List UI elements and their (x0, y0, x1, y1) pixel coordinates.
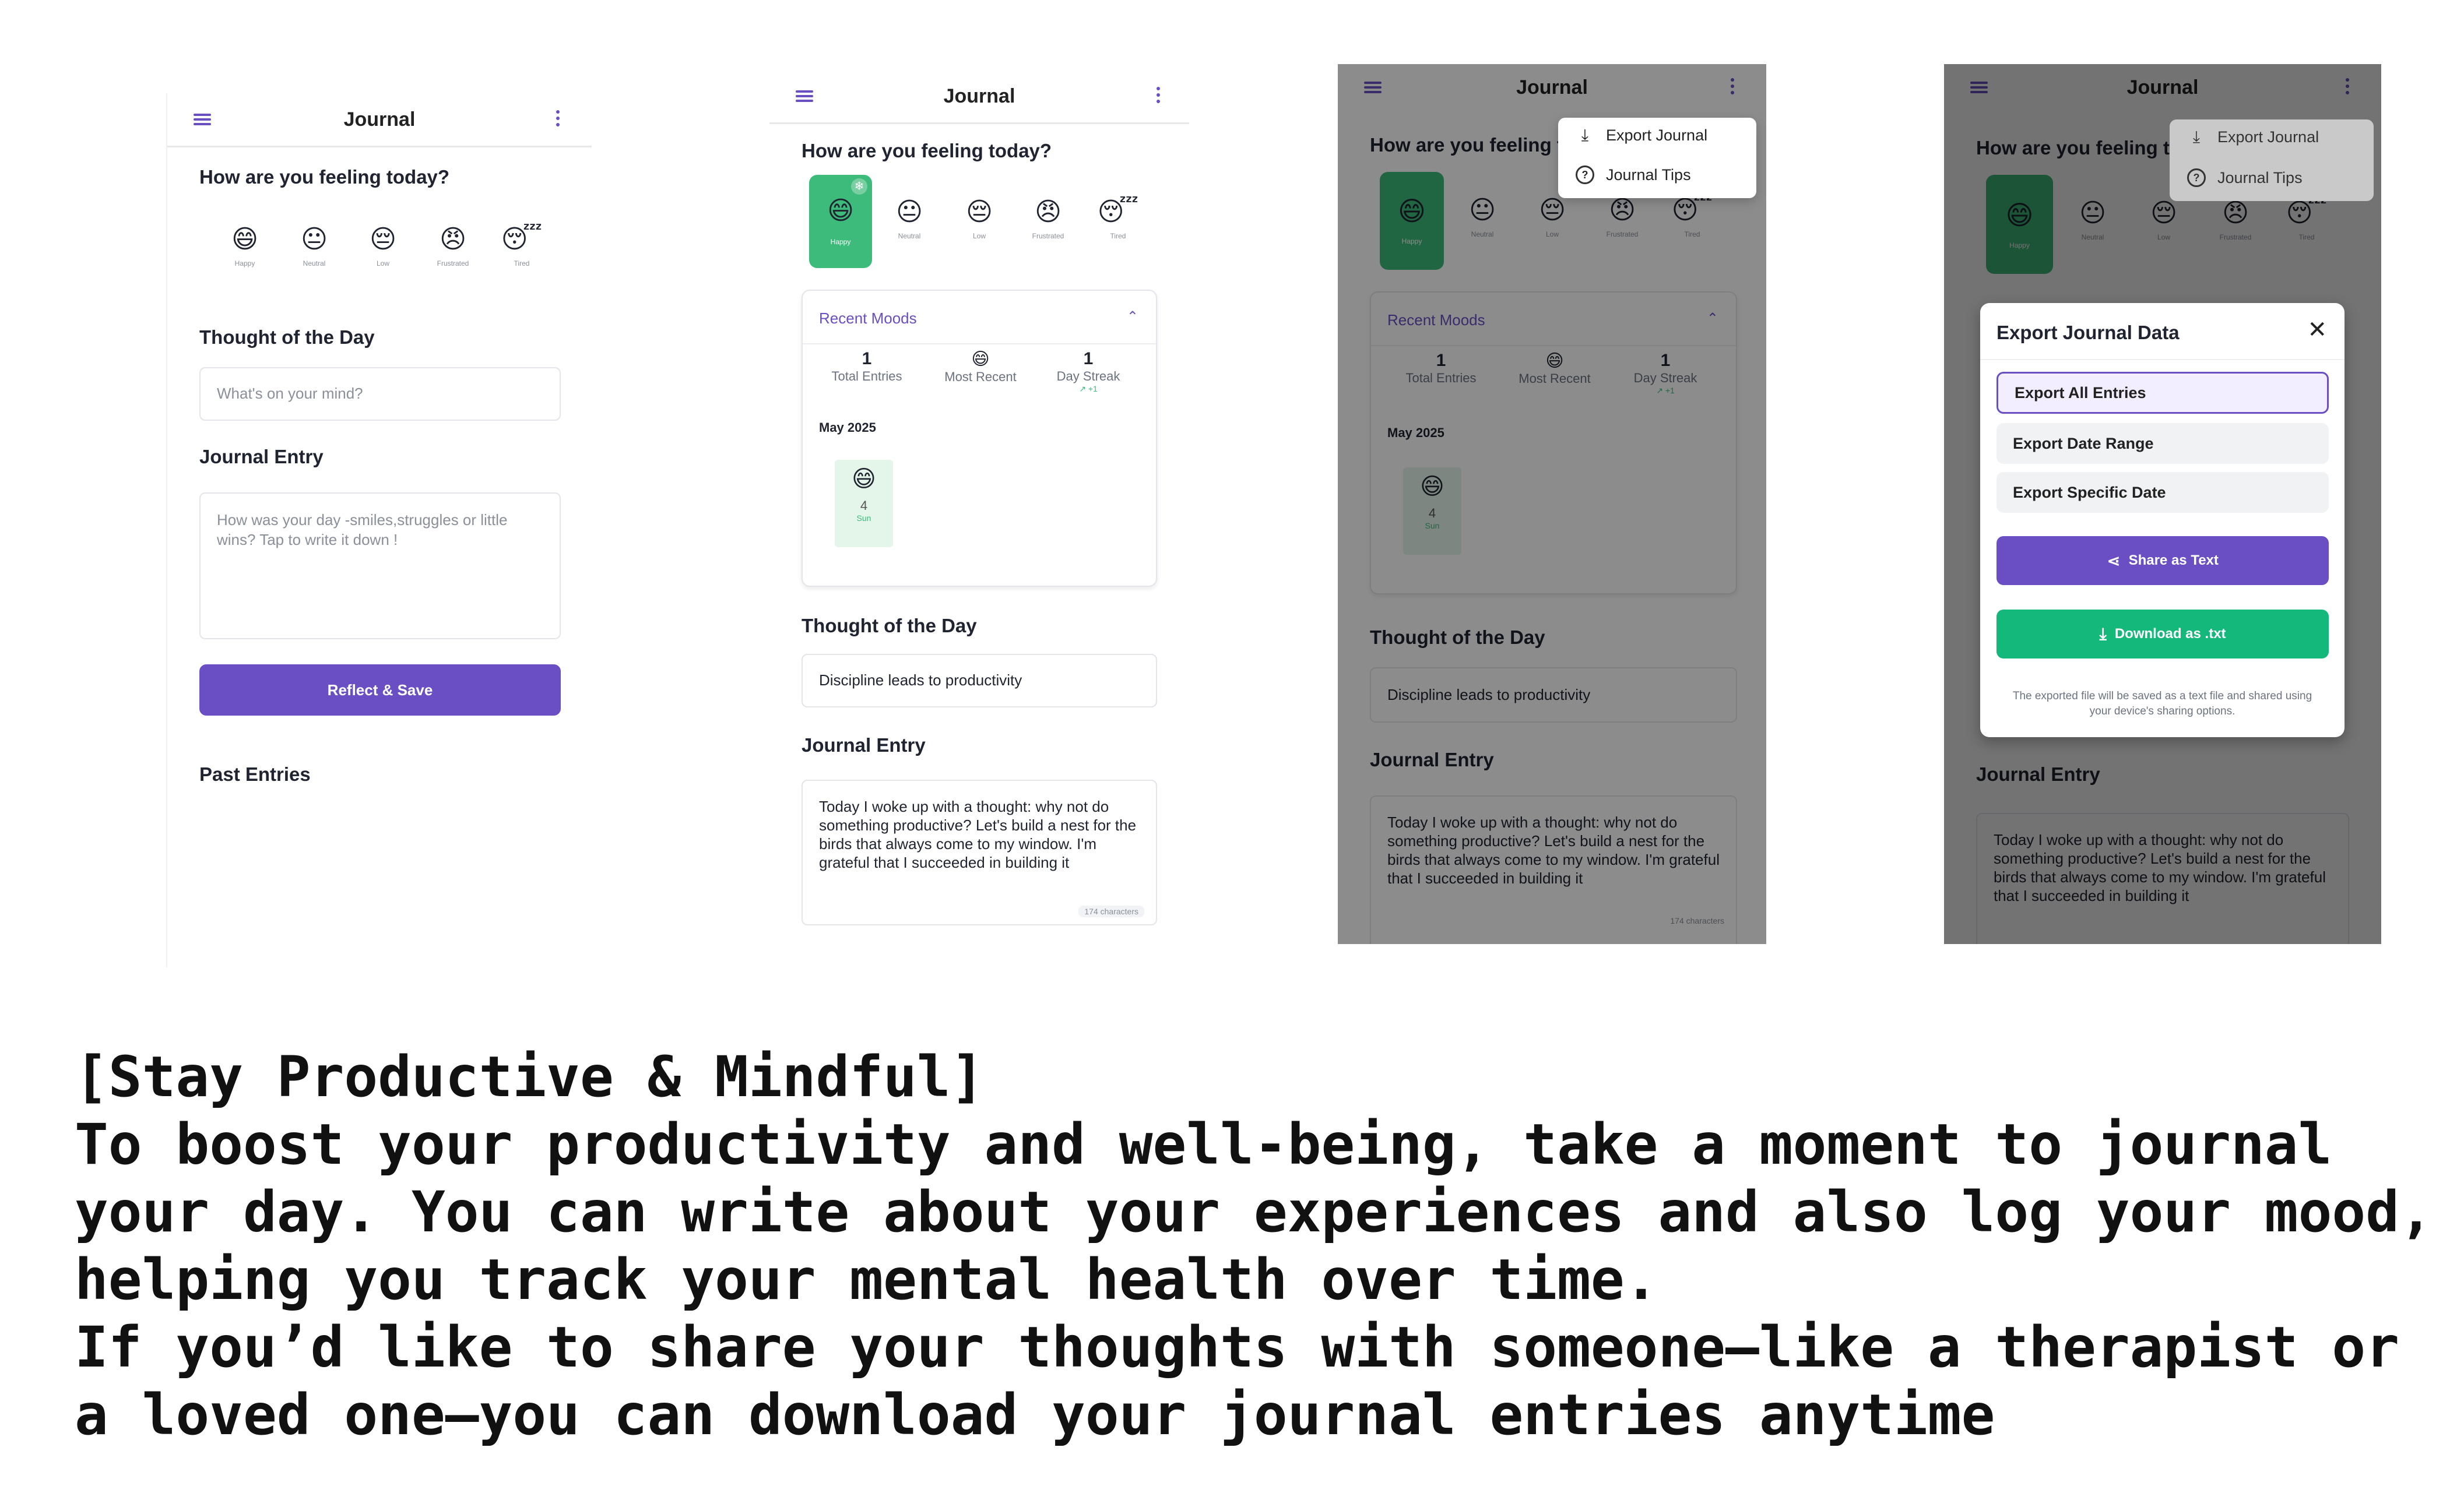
download-icon: ⤓ (2192, 127, 2201, 146)
tired-emoji-icon: 😴 (1097, 198, 1139, 226)
stat-total-entries: 1 Total Entries (831, 349, 902, 383)
journal-heading: Journal Entry (199, 446, 324, 467)
help-circle-icon: ? (1576, 165, 1594, 184)
past-entries-heading: Past Entries (199, 763, 311, 785)
low-emoji-icon: 😔 (966, 198, 993, 226)
thought-heading: Thought of the Day (199, 326, 375, 348)
download-txt-button[interactable]: ⤓ Download as .txt (1996, 610, 2329, 659)
divider (1980, 359, 2345, 360)
app-title: Journal (343, 108, 416, 131)
frustrated-emoji-icon: 😠 (1035, 198, 1061, 226)
app-bar: Journal (167, 93, 592, 147)
mood-neutral[interactable]: 😐Neutral (880, 197, 939, 240)
options-dropdown-menu: ⤓ Export Journal ? Journal Tips (2170, 119, 2374, 201)
thought-heading: Thought of the Day (802, 615, 977, 636)
more-options-icon[interactable] (556, 110, 560, 129)
day-emoji-icon: 😄 (852, 466, 876, 492)
journal-tips-menu-item[interactable]: ? Journal Tips (2187, 168, 2303, 187)
mood-frustrated[interactable]: 😠Frustrated (1019, 197, 1077, 240)
streak-trend-icon: ↗ +1 (1079, 384, 1098, 393)
mood-happy[interactable]: 😄 Happy (216, 224, 274, 267)
share-icon: ⋖ (2107, 551, 2121, 570)
mood-neutral[interactable]: 😐Neutral (285, 224, 343, 267)
share-as-text-button[interactable]: ⋖ Share as Text (1996, 536, 2329, 585)
month-label: May 2025 (819, 420, 876, 435)
caption-line-2: If you’d like to share your thoughts wit… (75, 1315, 2433, 1448)
app-bar: Journal (769, 70, 1189, 124)
happy-emoji-icon: 😄 (827, 196, 854, 225)
export-dialog: Export Journal Data ✕ Export All Entries… (1980, 303, 2345, 737)
export-journal-menu-item[interactable]: ⤓ Export Journal (2187, 128, 2319, 146)
screen-export-dialog: Journal How are you feeling today? 😄 Hap… (1944, 64, 2381, 944)
more-options-icon[interactable] (1157, 86, 1160, 106)
close-icon[interactable]: ✕ (2307, 318, 2327, 341)
hamburger-menu-icon[interactable] (796, 90, 813, 102)
mood-tired[interactable]: 😴Tired (1089, 197, 1147, 240)
divider (803, 343, 1156, 344)
mood-low[interactable]: 😔Low (950, 197, 1008, 240)
screen-options-menu: Journal How are you feeling today? 😄 Hap… (1338, 64, 1766, 944)
happy-emoji-icon: 😄 (231, 225, 258, 253)
tired-emoji-icon: 😴 (501, 225, 543, 253)
mood-happy-selected[interactable]: ❄ 😄 Happy (809, 175, 872, 268)
stat-most-recent: 😄 Most Recent (922, 349, 1039, 385)
stat-day-streak: 1 Day Streak ↗ +1 (1030, 349, 1147, 394)
collapse-chevron-icon[interactable]: ⌃ (1127, 308, 1138, 325)
feeling-question: How are you feeling today? (802, 140, 1052, 161)
download-icon: ⤓ (1581, 125, 1589, 144)
export-all-entries-option[interactable]: Export All Entries (1996, 372, 2329, 414)
most-recent-emoji-icon: 😄 (971, 350, 990, 369)
char-count-badge: 174 characters (1078, 906, 1144, 917)
frustrated-emoji-icon: 😠 (440, 225, 466, 253)
mood-tired[interactable]: 😴Tired (493, 224, 551, 267)
export-journal-menu-item[interactable]: ⤓ Export Journal (1576, 126, 1707, 145)
export-note: The exported file will be saved as a tex… (2012, 690, 2312, 717)
export-date-range-option[interactable]: Export Date Range (1996, 423, 2329, 464)
low-emoji-icon: 😔 (370, 225, 396, 253)
export-dialog-title: Export Journal Data (1996, 322, 2180, 343)
feeling-question: How are you feeling today? (199, 166, 450, 188)
thought-placeholder: What's on your mind? (217, 385, 363, 402)
screen-empty-journal: Journal How are you feeling today? 😄 Happ… (166, 93, 592, 967)
screen-with-entry: Journal How are you feeling today? ❄ 😄 H… (769, 70, 1189, 944)
calendar-day-cell[interactable]: 😄 4 Sun (835, 460, 893, 547)
help-circle-icon: ? (2187, 168, 2206, 187)
reflect-save-button[interactable]: Reflect & Save (199, 664, 561, 716)
hamburger-menu-icon[interactable] (194, 114, 211, 125)
sparkle-icon: ❄ (851, 178, 867, 195)
caption-heading: [Stay Productive & Mindful] (75, 1044, 985, 1110)
journal-heading: Journal Entry (802, 734, 926, 756)
neutral-emoji-icon: 😐 (301, 225, 328, 253)
neutral-emoji-icon: 😐 (896, 198, 923, 226)
export-specific-date-option[interactable]: Export Specific Date (1996, 472, 2329, 513)
journal-textarea[interactable]: How was your day -smiles,struggles or li… (199, 492, 561, 639)
journal-textarea[interactable]: Today I woke up with a thought: why not … (802, 780, 1157, 925)
mood-low[interactable]: 😔Low (354, 224, 412, 267)
recent-moods-title[interactable]: Recent Moods (819, 309, 917, 328)
thought-input[interactable]: What's on your mind? (199, 367, 561, 421)
thought-input[interactable]: Discipline leads to productivity (802, 654, 1157, 707)
caption-block: [Stay Productive & Mindful] To boost you… (75, 1043, 2435, 1449)
options-dropdown-menu: ⤓ Export Journal ? Journal Tips (1558, 118, 1756, 198)
download-icon: ⤓ (2099, 624, 2107, 643)
caption-line-1: To boost your productivity and well-bein… (75, 1112, 2464, 1312)
recent-moods-card: Recent Moods ⌃ 1 Total Entries 😄 Most Rece… (802, 290, 1157, 587)
app-title: Journal (943, 84, 1015, 107)
mood-frustrated[interactable]: 😠Frustrated (424, 224, 482, 267)
journal-placeholder: How was your day -smiles,struggles or li… (217, 511, 508, 548)
journal-tips-menu-item[interactable]: ? Journal Tips (1576, 165, 1691, 184)
